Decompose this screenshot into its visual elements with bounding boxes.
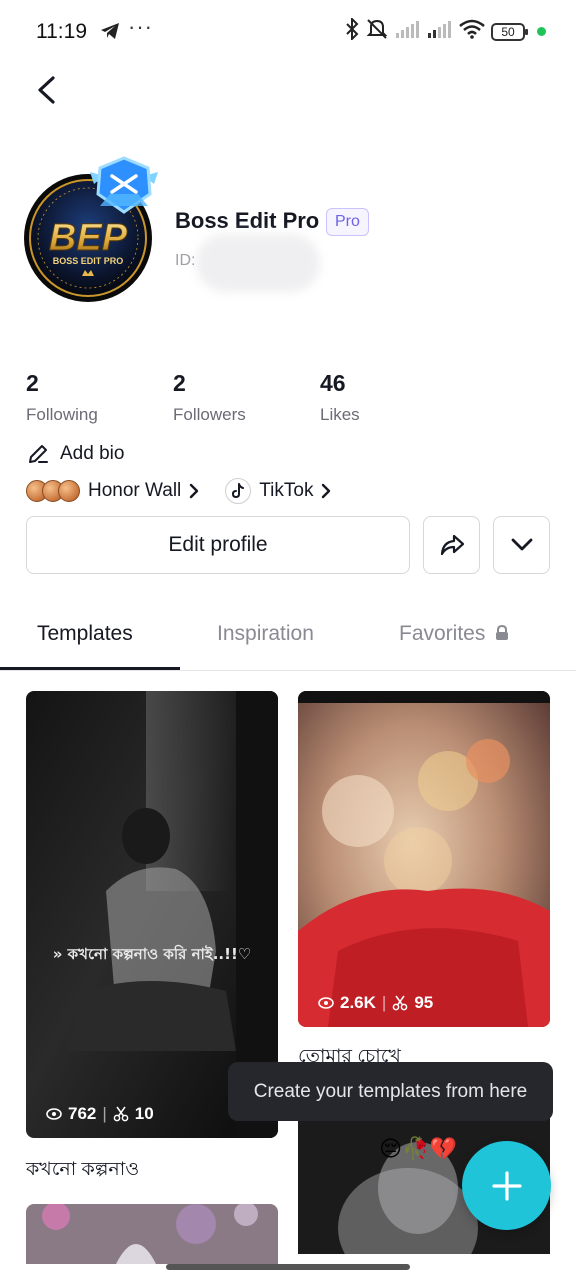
- more-options-button[interactable]: [493, 516, 550, 574]
- honor-row: Honor Wall TikTok: [26, 478, 331, 504]
- share-icon: [440, 534, 464, 556]
- pencil-icon: [29, 445, 48, 463]
- share-profile-button[interactable]: [423, 516, 480, 574]
- tab-active-indicator: [0, 667, 180, 670]
- template-overlay-text: » কখনো কল্পনাও করি নাই..!!♡: [53, 944, 251, 963]
- add-bio-button[interactable]: Add bio: [26, 442, 124, 466]
- profile-name: Boss Edit Pro: [175, 208, 320, 233]
- followers-label: Followers: [173, 405, 246, 424]
- lock-icon: [496, 624, 509, 640]
- edit-profile-button[interactable]: Edit profile: [26, 516, 410, 574]
- likes-label: Likes: [320, 405, 360, 424]
- create-template-button[interactable]: [462, 1141, 551, 1230]
- status-time: 11:19: [36, 20, 87, 43]
- template-title[interactable]: কখনো কল্পনাও: [26, 1155, 139, 1187]
- template-overlay-emojis: 😔🥀💔: [379, 1135, 457, 1162]
- template-uses: 95: [414, 993, 434, 1012]
- template-stats: 762 | 10: [46, 1104, 154, 1124]
- template-views: 2.6K: [340, 993, 376, 1012]
- medal-coins-icon: [26, 480, 80, 502]
- honor-wall-link[interactable]: Honor Wall: [26, 480, 199, 502]
- tab-templates[interactable]: Templates: [37, 622, 133, 646]
- profile-tabs: Templates Inspiration Favorites: [0, 600, 576, 671]
- add-bio-label: Add bio: [60, 443, 125, 464]
- tiktok-icon: [225, 478, 252, 504]
- eye-icon: [46, 1108, 62, 1120]
- stat-followers[interactable]: 2 Followers: [173, 370, 246, 425]
- bluetooth-icon: [345, 16, 359, 45]
- stat-likes[interactable]: 46 Likes: [320, 370, 360, 425]
- chevron-down-icon: [511, 538, 532, 551]
- tab-favorites-label: Favorites: [399, 622, 486, 645]
- back-button[interactable]: [26, 70, 66, 110]
- id-blur: [196, 234, 320, 292]
- likes-count: 46: [320, 370, 346, 396]
- signal-icon-1: [395, 19, 421, 44]
- status-bar: 11:19 ··· 50: [0, 0, 576, 62]
- tab-inspiration[interactable]: Inspiration: [217, 622, 314, 646]
- tiktok-label: TikTok: [259, 480, 314, 501]
- pro-badge[interactable]: Pro: [326, 208, 369, 236]
- following-count: 2: [26, 370, 39, 396]
- avatar-logo-text: BEP: [49, 217, 128, 259]
- honor-wall-label: Honor Wall: [88, 480, 182, 501]
- eye-icon: [318, 997, 334, 1009]
- template-thumbnail: [26, 1204, 278, 1264]
- template-stats: 2.6K | 95: [318, 993, 433, 1013]
- template-thumbnail: [298, 691, 550, 1027]
- tiktok-link[interactable]: TikTok: [225, 478, 331, 504]
- create-template-tooltip: Create your templates from here: [228, 1062, 553, 1121]
- template-card[interactable]: 2.6K | 95: [298, 691, 550, 1027]
- followers-count: 2: [173, 370, 186, 396]
- stat-following[interactable]: 2 Following: [26, 370, 98, 425]
- scissors-icon: [392, 995, 408, 1011]
- following-label: Following: [26, 405, 98, 424]
- template-card[interactable]: [26, 1204, 278, 1264]
- wifi-icon: [459, 19, 485, 44]
- more-notifications-icon: ···: [128, 14, 153, 39]
- capcut-badge-icon: [88, 154, 160, 220]
- back-arrow-icon: [38, 76, 55, 104]
- home-indicator[interactable]: [166, 1264, 410, 1270]
- avatar-logo-subtext: BOSS EDIT PRO: [53, 256, 124, 266]
- chevron-right-icon: [190, 483, 199, 499]
- plus-icon: [491, 1170, 522, 1201]
- active-dot: [537, 27, 546, 36]
- tab-favorites[interactable]: Favorites: [399, 622, 509, 646]
- battery-icon: 50: [491, 22, 528, 41]
- status-icons: 50: [345, 16, 546, 45]
- signal-icon-2: [427, 19, 453, 44]
- template-views: 762: [68, 1104, 97, 1123]
- telegram-icon: [100, 22, 120, 45]
- mute-icon: [365, 18, 389, 45]
- id-label: ID:: [175, 252, 196, 269]
- chevron-right-icon: [322, 483, 331, 499]
- template-uses: 10: [134, 1104, 154, 1123]
- scissors-icon: [113, 1106, 129, 1122]
